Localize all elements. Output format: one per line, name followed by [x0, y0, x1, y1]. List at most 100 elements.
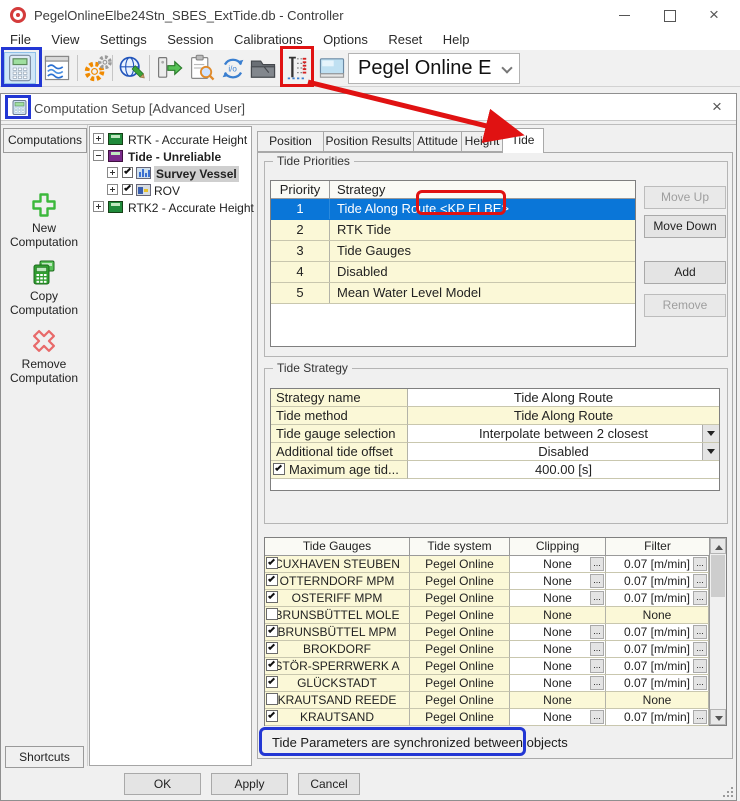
- new-computation-button[interactable]: New Computation: [4, 221, 84, 249]
- checkbox[interactable]: [266, 710, 278, 722]
- menu-reset[interactable]: Reset: [380, 30, 430, 50]
- tab-height[interactable]: Height: [461, 131, 503, 152]
- ellipsis-button[interactable]: ...: [590, 710, 604, 724]
- expander-icon[interactable]: [107, 184, 118, 195]
- tree-item-rtk2[interactable]: RTK2 - Accurate Height: [90, 199, 251, 216]
- menu-help[interactable]: Help: [435, 30, 478, 50]
- checkbox[interactable]: [122, 184, 133, 195]
- tree-item-rov[interactable]: ROV: [90, 182, 251, 199]
- tab-position-filter[interactable]: Position Filter: [257, 131, 324, 152]
- dropdown-button[interactable]: [702, 443, 719, 460]
- remove-computation-button[interactable]: Remove Computation: [4, 357, 84, 385]
- apply-button[interactable]: Apply: [211, 773, 288, 795]
- scroll-down-icon[interactable]: [710, 709, 726, 725]
- table-row[interactable]: STÖR-SPERRWERK A Pegel Online None... 0.…: [265, 658, 709, 675]
- menu-file[interactable]: File: [2, 30, 39, 50]
- tree-item-tide[interactable]: Tide - Unreliable: [90, 148, 251, 165]
- plus-icon[interactable]: [30, 191, 58, 219]
- ellipsis-button[interactable]: ...: [693, 574, 707, 588]
- settings-gear-button[interactable]: [82, 52, 114, 84]
- table-row[interactable]: KRAUTSAND REEDE Pegel Online None None: [265, 692, 709, 709]
- menu-view[interactable]: View: [43, 30, 87, 50]
- table-row[interactable]: BRUNSBÜTTEL MOLE Pegel Online None None: [265, 607, 709, 624]
- ellipsis-button[interactable]: ...: [590, 625, 604, 639]
- table-row[interactable]: OSTERIFF MPM Pegel Online None... 0.07 […: [265, 590, 709, 607]
- profile-dropdown[interactable]: Pegel Online E: [348, 53, 520, 84]
- copy-computation-button[interactable]: Copy Computation: [4, 289, 84, 317]
- additional-tide-offset-dropdown[interactable]: Disabled: [408, 443, 719, 461]
- table-row[interactable]: KRAUTSAND Pegel Online None... 0.07 [m/m…: [265, 709, 709, 726]
- property-value[interactable]: Tide Along Route: [408, 407, 719, 425]
- ellipsis-button[interactable]: ...: [693, 710, 707, 724]
- shortcuts-button[interactable]: Shortcuts: [5, 746, 84, 768]
- checkbox[interactable]: [266, 608, 278, 620]
- table-row[interactable]: GLÜCKSTADT Pegel Online None... 0.07 [m/…: [265, 675, 709, 692]
- checkbox[interactable]: [266, 625, 278, 637]
- computations-header-button[interactable]: Computations: [3, 128, 87, 153]
- tab-position-results[interactable]: Position Results: [323, 131, 414, 152]
- scrollbar-thumb[interactable]: [711, 555, 725, 597]
- ellipsis-button[interactable]: ...: [590, 676, 604, 690]
- display-button[interactable]: [316, 52, 348, 84]
- maximize-icon[interactable]: [650, 0, 690, 30]
- ellipsis-button[interactable]: ...: [693, 642, 707, 656]
- table-row[interactable]: CUXHAVEN STEUBEN Pegel Online None... 0.…: [265, 556, 709, 573]
- ellipsis-button[interactable]: ...: [590, 591, 604, 605]
- add-button[interactable]: Add: [644, 261, 726, 284]
- echogram-button[interactable]: [41, 52, 73, 84]
- ellipsis-button[interactable]: ...: [693, 676, 707, 690]
- property-value[interactable]: 400.00 [s]: [408, 461, 719, 479]
- checkbox[interactable]: [266, 591, 278, 603]
- expander-icon[interactable]: [107, 167, 118, 178]
- checkbox[interactable]: [122, 167, 133, 178]
- geodesy-button[interactable]: [116, 52, 148, 84]
- table-row[interactable]: 4 Disabled: [271, 262, 635, 283]
- table-row[interactable]: BROKDORF Pegel Online None... 0.07 [m/mi…: [265, 641, 709, 658]
- checkbox[interactable]: [266, 693, 278, 705]
- table-row[interactable]: BRUNSBÜTTEL MPM Pegel Online None... 0.0…: [265, 624, 709, 641]
- menu-settings[interactable]: Settings: [92, 30, 155, 50]
- table-row[interactable]: 3 Tide Gauges: [271, 241, 635, 262]
- remove-button[interactable]: Remove: [644, 294, 726, 317]
- minimize-icon[interactable]: [605, 0, 645, 30]
- checkbox[interactable]: [266, 642, 278, 654]
- table-row[interactable]: 1 Tide Along Route <KP ELBE>: [271, 199, 635, 220]
- cancel-button[interactable]: Cancel: [298, 773, 360, 795]
- table-row[interactable]: OTTERNDORF MPM Pegel Online None... 0.07…: [265, 573, 709, 590]
- dropdown-button[interactable]: [702, 425, 719, 442]
- dialog-close-icon[interactable]: [702, 94, 732, 120]
- remove-x-icon[interactable]: [30, 327, 58, 355]
- resize-grip[interactable]: [721, 785, 733, 797]
- project-folder-button[interactable]: [247, 52, 279, 84]
- close-icon[interactable]: [695, 0, 735, 30]
- checkbox[interactable]: [266, 676, 278, 688]
- menu-calibrations[interactable]: Calibrations: [226, 30, 311, 50]
- io-button[interactable]: i/o: [217, 52, 249, 84]
- tab-attitude[interactable]: Attitude: [413, 131, 462, 152]
- tab-tide[interactable]: Tide: [502, 128, 544, 153]
- vertical-scrollbar[interactable]: [709, 538, 726, 725]
- ellipsis-button[interactable]: ...: [590, 574, 604, 588]
- copy-calculator-icon[interactable]: [30, 259, 58, 287]
- checkbox[interactable]: [273, 463, 285, 475]
- property-value[interactable]: Tide Along Route: [408, 389, 719, 407]
- move-up-button[interactable]: Move Up: [644, 186, 726, 209]
- checkbox[interactable]: [266, 574, 278, 586]
- report-button[interactable]: [186, 52, 218, 84]
- checkbox[interactable]: [266, 659, 278, 671]
- expander-icon[interactable]: [93, 201, 104, 212]
- ellipsis-button[interactable]: ...: [693, 625, 707, 639]
- checkbox[interactable]: [266, 557, 278, 569]
- ellipsis-button[interactable]: ...: [693, 659, 707, 673]
- ok-button[interactable]: OK: [124, 773, 201, 795]
- expander-icon[interactable]: [93, 133, 104, 144]
- expander-icon[interactable]: [93, 150, 104, 161]
- tree-item-survey-vessel[interactable]: Survey Vessel: [90, 165, 251, 182]
- scroll-up-icon[interactable]: [710, 538, 726, 554]
- computation-setup-button[interactable]: [4, 52, 36, 84]
- ellipsis-button[interactable]: ...: [590, 557, 604, 571]
- ellipsis-button[interactable]: ...: [693, 557, 707, 571]
- tide-gauge-selection-dropdown[interactable]: Interpolate between 2 closest: [408, 425, 719, 443]
- ellipsis-button[interactable]: ...: [590, 659, 604, 673]
- table-row[interactable]: 2 RTK Tide: [271, 220, 635, 241]
